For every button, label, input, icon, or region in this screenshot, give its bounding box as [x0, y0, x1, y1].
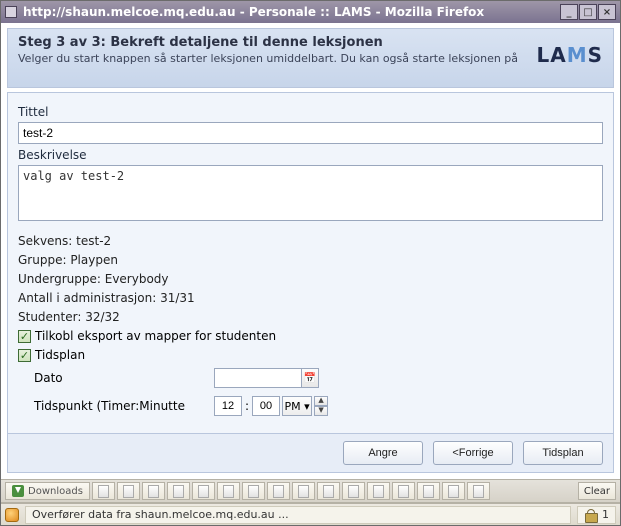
doc-tab[interactable] — [117, 482, 140, 500]
form-panel: Tittel Beskrivelse Sekvens: test-2 Grupp… — [7, 92, 614, 434]
status-bar: Overfører data fra shaun.melcoe.mq.edu.a… — [1, 503, 620, 525]
schedule-checkbox[interactable]: ✓ — [18, 349, 31, 362]
time-down-button[interactable]: ▼ — [314, 406, 328, 416]
doc-tab[interactable] — [342, 482, 365, 500]
schedule-button[interactable]: Tidsplan — [523, 441, 603, 465]
minute-input[interactable] — [252, 396, 280, 416]
date-label: Dato — [34, 371, 214, 385]
document-icon — [298, 485, 309, 498]
doc-tab[interactable] — [292, 482, 315, 500]
group-row: Gruppe: Playpen — [18, 253, 603, 267]
document-icon — [148, 485, 159, 498]
doc-tab[interactable] — [242, 482, 265, 500]
lock-icon — [584, 508, 598, 522]
wizard-header: Steg 3 av 3: Bekreft detaljene til denne… — [7, 28, 614, 88]
doc-tab[interactable] — [317, 482, 340, 500]
minimize-button[interactable]: _ — [560, 4, 578, 20]
maximize-button[interactable]: □ — [579, 4, 597, 20]
step-title: Steg 3 av 3: Bekreft detaljene til denne… — [18, 35, 603, 50]
doc-tab[interactable] — [92, 482, 115, 500]
doc-tab[interactable] — [442, 482, 465, 500]
status-text: Overfører data fra shaun.melcoe.mq.edu.a… — [25, 506, 571, 524]
export-checkbox[interactable]: ✓ — [18, 330, 31, 343]
document-icon — [198, 485, 209, 498]
admin-count-row: Antall i administrasjon: 31/31 — [18, 291, 603, 305]
document-icon — [473, 485, 484, 498]
step-subtitle: Velger du start knappen så starter leksj… — [18, 52, 603, 65]
date-input[interactable] — [214, 368, 302, 388]
export-checkbox-label: Tilkobl eksport av mapper for studenten — [35, 329, 276, 343]
document-icon — [173, 485, 184, 498]
document-icon — [373, 485, 384, 498]
subgroup-row: Undergruppe: Everybody — [18, 272, 603, 286]
time-label: Tidspunkt (Timer:Minutte — [34, 399, 214, 413]
titlebar: http://shaun.melcoe.mq.edu.au - Personal… — [1, 1, 620, 23]
students-row: Studenter: 32/32 — [18, 310, 603, 324]
close-button[interactable]: × — [598, 4, 616, 20]
app-icon — [5, 6, 17, 18]
tab-strip: Downloads Clear — [1, 479, 620, 503]
clear-tab[interactable]: Clear — [578, 482, 616, 500]
document-icon — [348, 485, 359, 498]
window-title: http://shaun.melcoe.mq.edu.au - Personal… — [23, 5, 560, 19]
description-input[interactable] — [18, 165, 603, 221]
doc-tab[interactable] — [217, 482, 240, 500]
previous-button[interactable]: <Forrige — [433, 441, 513, 465]
doc-tab[interactable] — [167, 482, 190, 500]
time-up-button[interactable]: ▲ — [314, 396, 328, 406]
doc-tab[interactable] — [367, 482, 390, 500]
document-icon — [448, 485, 459, 498]
doc-tab[interactable] — [192, 482, 215, 500]
document-icon — [423, 485, 434, 498]
title-label: Tittel — [18, 105, 603, 119]
calendar-icon[interactable]: 📅 — [301, 368, 319, 388]
sequence-row: Sekvens: test-2 — [18, 234, 603, 248]
document-icon — [323, 485, 334, 498]
lams-logo: LAMS — [536, 43, 603, 67]
document-icon — [398, 485, 409, 498]
schedule-checkbox-label: Tidsplan — [35, 348, 85, 362]
document-icon — [98, 485, 109, 498]
document-icon — [248, 485, 259, 498]
ampm-select[interactable]: PM ▾ — [282, 396, 312, 416]
download-icon — [12, 485, 24, 497]
title-input[interactable] — [18, 122, 603, 144]
status-count: 1 — [577, 506, 616, 524]
undo-button[interactable]: Angre — [343, 441, 423, 465]
doc-tab[interactable] — [417, 482, 440, 500]
downloads-tab[interactable]: Downloads — [5, 482, 90, 500]
document-icon — [123, 485, 134, 498]
doc-tab[interactable] — [267, 482, 290, 500]
doc-tab[interactable] — [142, 482, 165, 500]
document-icon — [273, 485, 284, 498]
button-bar: Angre <Forrige Tidsplan — [7, 434, 614, 473]
doc-tab[interactable] — [467, 482, 490, 500]
document-icon — [223, 485, 234, 498]
status-icon — [5, 508, 19, 522]
description-label: Beskrivelse — [18, 148, 603, 162]
doc-tab[interactable] — [392, 482, 415, 500]
hour-input[interactable] — [214, 396, 242, 416]
